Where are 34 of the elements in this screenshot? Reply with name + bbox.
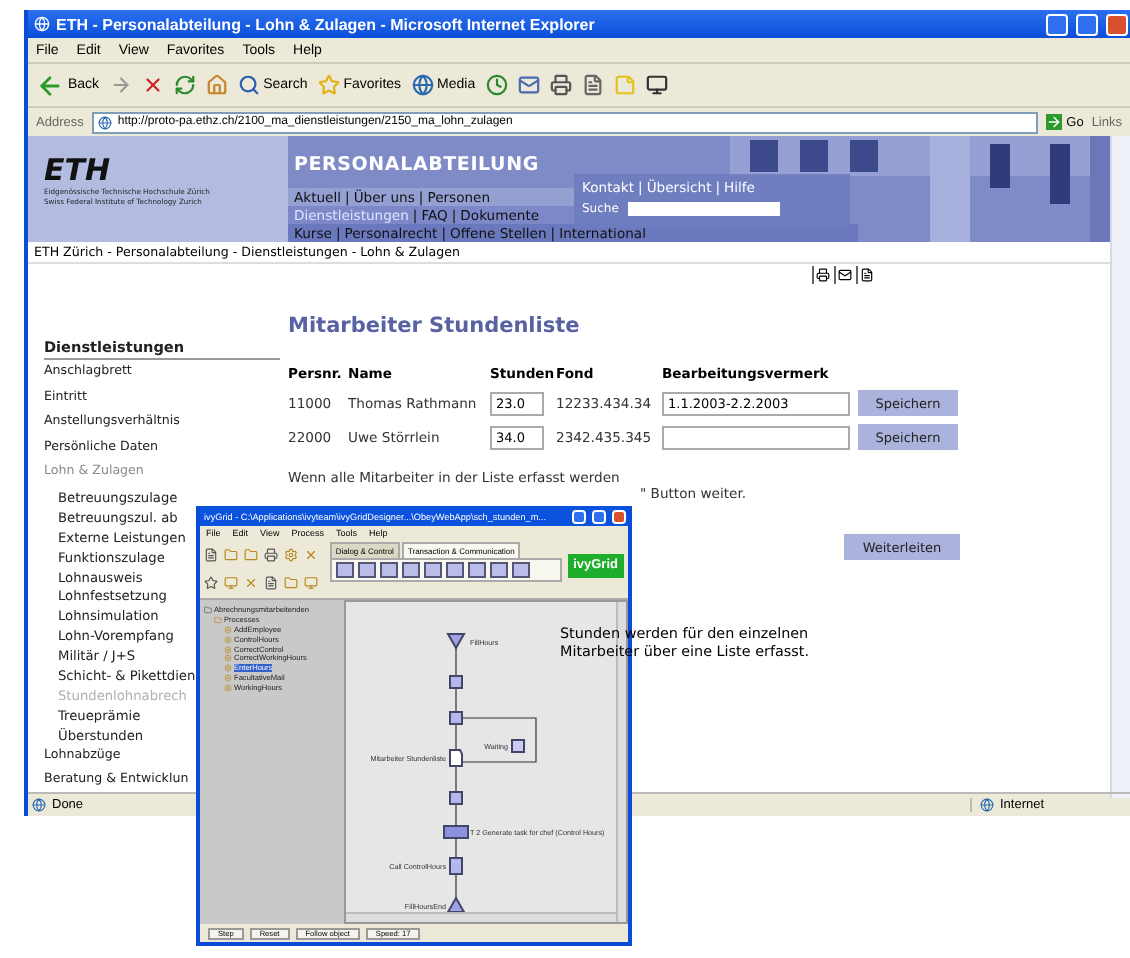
window-title: ETH - Personalabteilung - Lohn & Zulagen - Microsoft Internet Explorer	[56, 15, 597, 33]
tool-icon[interactable]	[204, 548, 218, 562]
tool-icon[interactable]	[204, 575, 218, 589]
maximize-button[interactable]	[592, 509, 606, 523]
globe-icon	[411, 74, 434, 96]
tool-icon[interactable]	[244, 575, 258, 589]
site-title: PERSONALABTEILUNG	[292, 154, 541, 180]
tool-icon[interactable]	[264, 575, 278, 589]
eth-logo: ETH	[44, 156, 113, 186]
tool-icon[interactable]	[284, 548, 298, 562]
page-icon	[32, 798, 46, 812]
mail-icon[interactable]	[838, 268, 852, 282]
tool-icon[interactable]	[224, 548, 238, 562]
printer-icon[interactable]	[816, 268, 830, 282]
close-button[interactable]	[1106, 13, 1128, 35]
scrollbar[interactable]	[1110, 136, 1130, 798]
tool-icon[interactable]	[304, 548, 318, 562]
minimize-button[interactable]	[1046, 13, 1068, 35]
minimize-button[interactable]	[572, 509, 586, 523]
scrollbar[interactable]	[346, 912, 616, 922]
page-heading: Mitarbeiter Stundenliste	[288, 314, 582, 338]
search-icon	[237, 74, 260, 96]
maximize-button[interactable]	[1076, 13, 1098, 35]
note-field[interactable]	[662, 425, 850, 449]
document-icon[interactable]	[860, 268, 874, 282]
search-field[interactable]	[628, 202, 781, 216]
tool-icon[interactable]	[264, 548, 278, 562]
browser-icon	[34, 16, 50, 32]
globe-icon	[980, 798, 994, 812]
close-button[interactable]	[612, 509, 626, 523]
star-icon	[317, 74, 340, 96]
page-icon	[97, 115, 112, 129]
tool-icon[interactable]	[244, 548, 258, 562]
tool-icon[interactable]	[284, 575, 298, 589]
